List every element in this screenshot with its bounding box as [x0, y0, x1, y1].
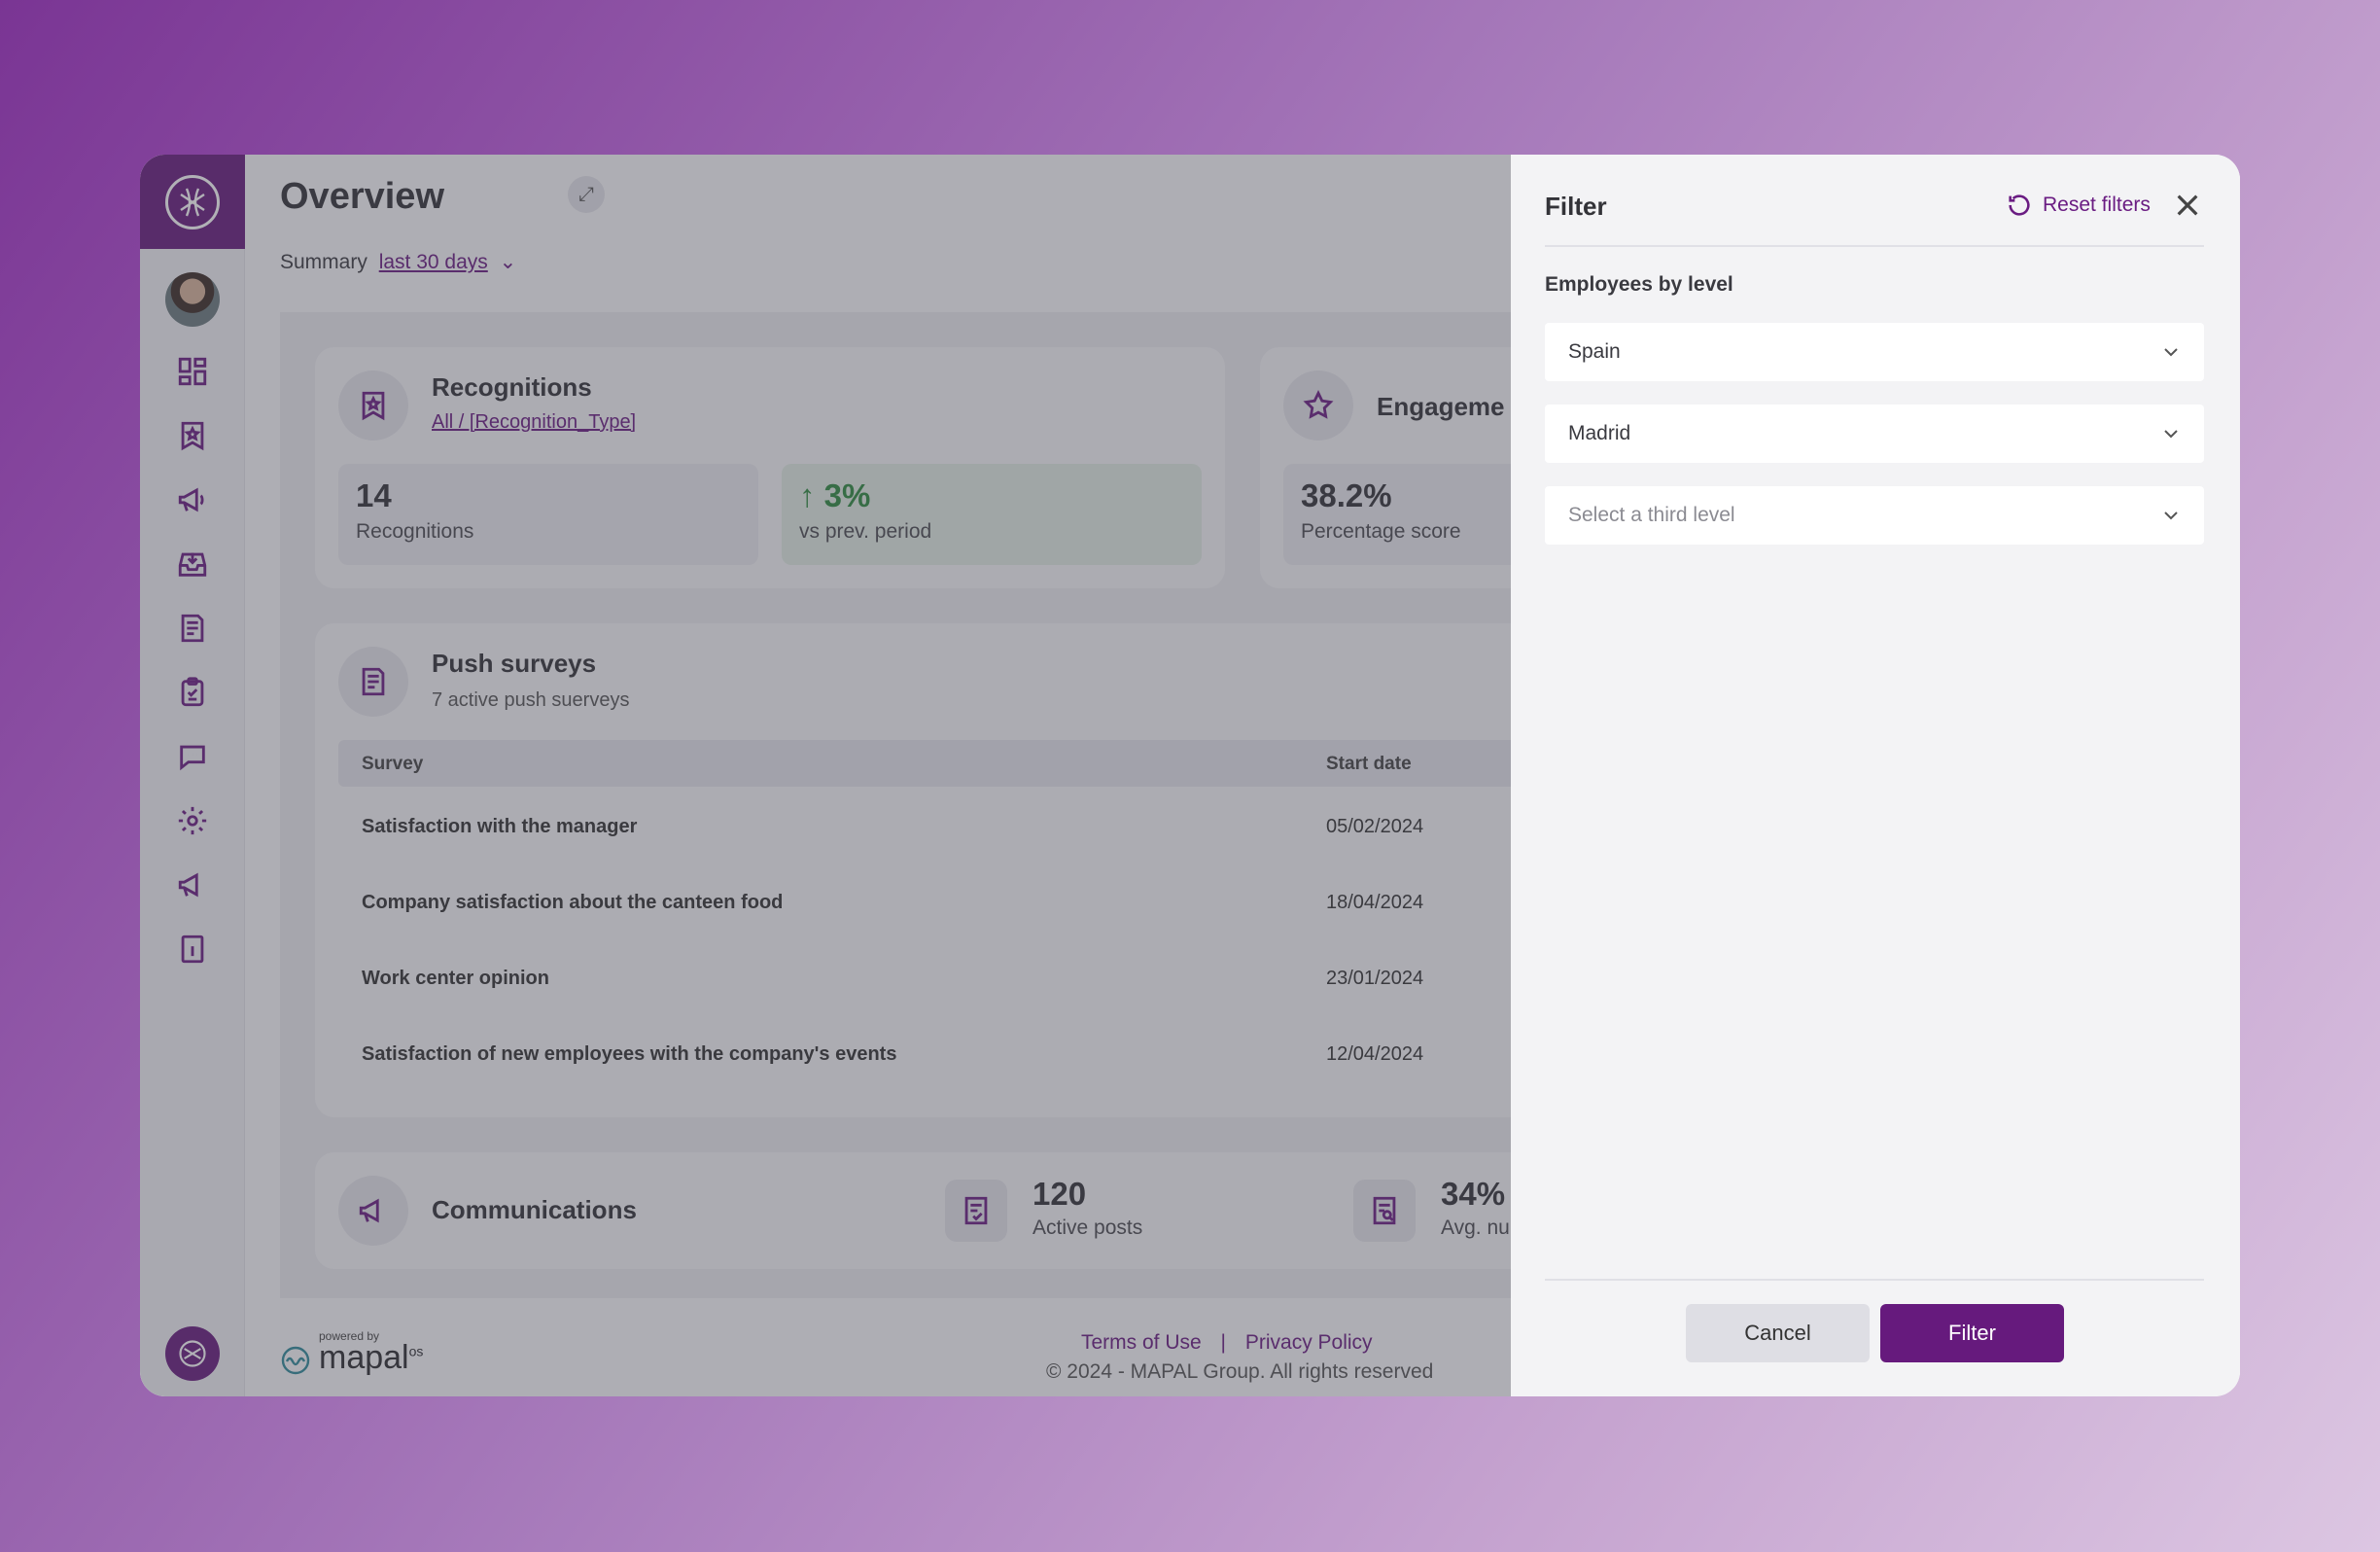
- modal-backdrop[interactable]: [140, 155, 1511, 1396]
- filter-panel: Filter Reset filters Employees by level …: [1511, 155, 2240, 1396]
- divider: [1545, 1279, 2204, 1281]
- level2-select[interactable]: Madrid: [1545, 405, 2204, 463]
- filter-button[interactable]: Filter: [1880, 1304, 2064, 1362]
- app-window: Overview ⤢ Summary last 30 days ⌄ Recogn…: [140, 155, 2240, 1396]
- reset-filters-label: Reset filters: [2043, 194, 2151, 216]
- chevron-down-icon: [2159, 340, 2183, 364]
- employees-by-level-label: Employees by level: [1545, 273, 1733, 296]
- reset-filters-button[interactable]: Reset filters: [2006, 192, 2151, 219]
- level3-placeholder: Select a third level: [1568, 504, 1735, 526]
- chevron-down-icon: [2159, 504, 2183, 527]
- cancel-button[interactable]: Cancel: [1686, 1304, 1870, 1362]
- divider: [1545, 245, 2204, 247]
- level3-select[interactable]: Select a third level: [1545, 486, 2204, 545]
- reset-icon: [2009, 194, 2030, 216]
- close-icon[interactable]: [2172, 190, 2203, 221]
- chevron-down-icon: [2159, 422, 2183, 445]
- level1-select[interactable]: Spain: [1545, 323, 2204, 381]
- level1-value: Spain: [1568, 340, 1621, 363]
- filter-panel-title: Filter: [1545, 192, 1607, 221]
- level2-value: Madrid: [1568, 422, 1631, 444]
